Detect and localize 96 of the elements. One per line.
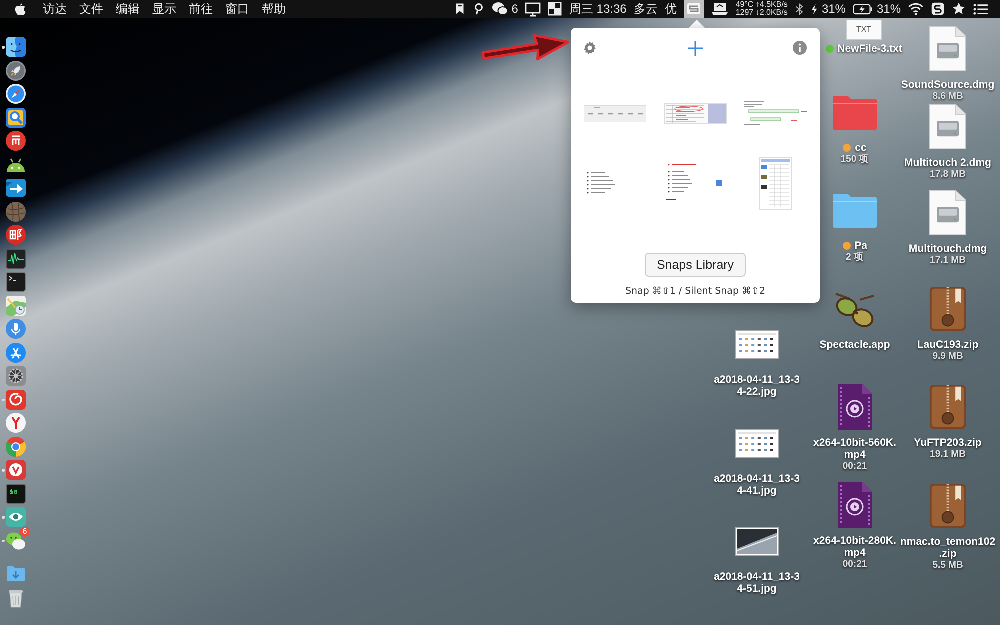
compass-icon[interactable] <box>6 84 26 104</box>
file-info: 8.6 MB <box>932 91 964 102</box>
letter-y-icon[interactable] <box>6 413 26 433</box>
file-info: 00:21 <box>842 461 868 472</box>
file-name: SoundSource.dmg <box>901 79 995 91</box>
status-text[interactable]: 周三 13:36 <box>569 1 627 17</box>
zip-archive-icon[interactable] <box>929 483 967 529</box>
apple-icon[interactable] <box>15 2 26 16</box>
file-name: Pa <box>854 240 868 252</box>
file-type-label: TXT <box>856 25 872 34</box>
video-file-icon[interactable] <box>836 481 874 529</box>
disk-image-file-icon[interactable] <box>928 26 968 72</box>
menu-item[interactable]: 访达 <box>43 1 67 17</box>
microphone-icon[interactable] <box>6 319 26 339</box>
network-stats[interactable]: 49°C ↑4.5KB/s 1297 ↓2.0KB/s <box>736 1 788 17</box>
file-name: a2018-04-11_13-3 4-22.jpg <box>714 374 800 398</box>
bookmark-icon[interactable] <box>454 2 466 16</box>
file-name: x264-10bit-560K. mp4 <box>814 437 896 461</box>
file-info: 2 项 <box>846 252 864 263</box>
bluetooth-icon[interactable] <box>794 2 804 16</box>
file-name: x264-10bit-280K. mp4 <box>814 535 896 559</box>
video-file-icon[interactable] <box>836 383 874 431</box>
file-info: 17.1 MB <box>930 255 966 266</box>
file-name: LauC193.zip <box>917 339 979 351</box>
file-name: Multitouch.dmg <box>908 243 988 255</box>
photo-thumbnail[interactable] <box>735 526 779 556</box>
snaps-library-button[interactable]: Snaps Library <box>644 253 746 277</box>
star-icon[interactable] <box>952 2 966 16</box>
rocket-icon[interactable] <box>6 60 26 80</box>
shell-icon[interactable] <box>6 484 26 504</box>
file-info: 19.1 MB <box>930 449 966 460</box>
file-info: 150 项 <box>840 154 870 165</box>
file-info: 17.8 MB <box>930 169 966 180</box>
zip-archive-icon[interactable] <box>929 286 967 332</box>
battery-icon[interactable] <box>852 4 873 14</box>
text-file-icon[interactable]: TXT <box>846 20 882 40</box>
disk-image-file-icon[interactable] <box>928 190 968 236</box>
seal-icon[interactable] <box>6 225 26 245</box>
file-name: Multitouch 2.dmg <box>904 157 992 169</box>
browser-wheel-icon[interactable] <box>6 436 26 456</box>
menu-item[interactable]: 文件 <box>80 1 104 17</box>
app-store-icon[interactable] <box>6 342 26 362</box>
bolt-icon[interactable] <box>810 4 818 14</box>
menu-item[interactable]: 窗口 <box>226 1 250 17</box>
chat-bubbles-icon[interactable] <box>492 2 508 16</box>
status-text[interactable]: 优 <box>664 1 677 17</box>
snap-thumbnail[interactable] <box>759 156 792 210</box>
file-name: Spectacle.app <box>820 339 890 351</box>
snap-thumbnail[interactable] <box>743 100 808 126</box>
swirl-icon[interactable] <box>6 390 26 410</box>
status-text[interactable]: 31% <box>876 1 901 17</box>
snap-thumbnail[interactable] <box>664 102 727 124</box>
menu-item[interactable]: 显示 <box>152 1 176 17</box>
smiling-face-icon[interactable] <box>6 37 26 57</box>
screenshot-thumbnail[interactable] <box>735 330 779 358</box>
trash-icon[interactable] <box>6 588 26 608</box>
status-text[interactable]: 6 <box>512 1 518 17</box>
menu-item[interactable]: 前往 <box>189 1 213 17</box>
wifi-icon[interactable] <box>908 2 924 16</box>
grid-icon[interactable] <box>548 2 562 16</box>
menu-item[interactable]: 帮助 <box>262 1 286 17</box>
terminal-icon[interactable] <box>6 272 26 292</box>
settings-icon[interactable] <box>6 366 26 386</box>
eye-icon[interactable] <box>6 507 26 527</box>
menu-item[interactable]: 编辑 <box>116 1 140 17</box>
pin-icon[interactable] <box>472 2 485 16</box>
settings-icon[interactable] <box>583 41 597 55</box>
letter-v-icon[interactable] <box>6 460 26 480</box>
list-icon[interactable] <box>973 2 988 16</box>
status-text[interactable]: 多云 <box>634 1 658 17</box>
magnifier-icon[interactable] <box>6 108 26 128</box>
file-info: 5.5 MB <box>932 560 964 571</box>
display-icon[interactable] <box>525 2 542 16</box>
ball-icon[interactable] <box>6 202 26 222</box>
snap-thumbnail[interactable] <box>584 104 646 122</box>
zip-archive-icon[interactable] <box>929 384 967 430</box>
bars-disc-icon[interactable] <box>6 131 26 151</box>
file-info: 9.9 MB <box>932 351 964 362</box>
file-name: cc <box>855 142 867 154</box>
screenshot-thumbnail[interactable] <box>735 428 779 458</box>
file-name: NewFile-3.txt <box>838 43 902 55</box>
waveform-icon[interactable] <box>6 248 26 268</box>
file-info: 00:21 <box>842 559 868 570</box>
add-icon[interactable] <box>688 40 702 56</box>
file-name: a2018-04-11_13-3 4-51.jpg <box>714 571 800 595</box>
s-tile-icon[interactable] <box>931 2 945 16</box>
status-text[interactable]: 31% <box>822 1 846 17</box>
shortcut-hint: Snap ⌘⇧1 / Silent Snap ⌘⇧2 <box>625 286 766 298</box>
file-name: a2018-04-11_13-3 4-41.jpg <box>714 473 800 497</box>
disk-image-file-icon[interactable] <box>928 104 968 150</box>
info-icon[interactable] <box>793 41 807 55</box>
laptop-icon[interactable] <box>710 2 729 16</box>
snap-icon[interactable] <box>684 0 704 18</box>
file-name: nmac.to_temon102 .zip <box>900 536 996 560</box>
folder-icon[interactable] <box>832 191 878 229</box>
file-name: YuFTP203.zip <box>914 437 982 449</box>
